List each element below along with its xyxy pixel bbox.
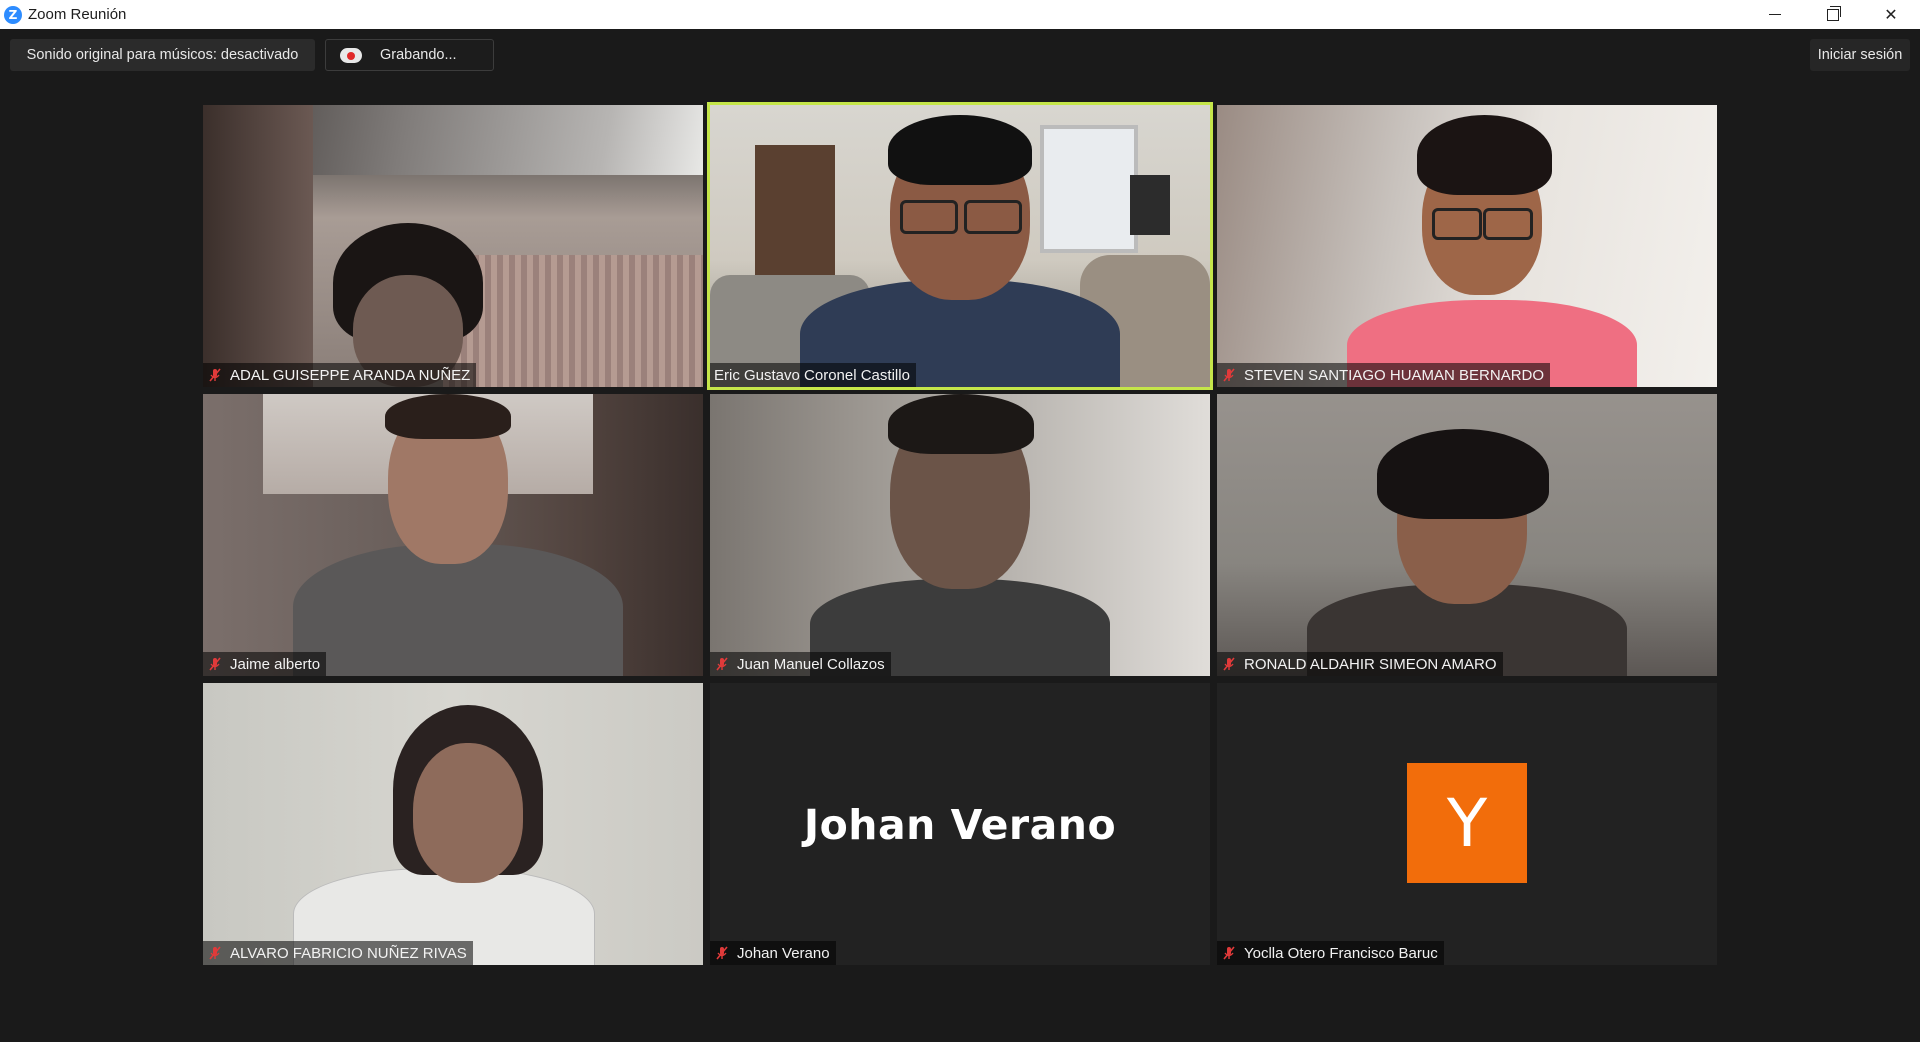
participant-video [203,394,703,676]
participant-name: Eric Gustavo Coronel Castillo [714,366,910,384]
participant-name: ADAL GUISEPPE ARANDA NUÑEZ [230,366,471,384]
mic-muted-icon [714,945,730,961]
sign-in-button[interactable]: Iniciar sesión [1810,39,1910,71]
recording-indicator[interactable]: Grabando... [325,39,494,71]
participant-name-tag: Yoclla Otero Francisco Baruc [1217,941,1444,965]
participant-name-tag: STEVEN SANTIAGO HUAMAN BERNARDO [1217,363,1551,387]
mic-muted-icon [207,945,223,961]
window-controls: ✕ [1746,0,1920,29]
participant-tile[interactable]: ALVARO FABRICIO NUÑEZ RIVAS [203,683,703,965]
participant-name: Johan Verano [737,944,830,962]
sign-in-label: Iniciar sesión [1817,47,1903,63]
participant-tile-video-off[interactable]: Y Yoclla Otero Francisco Baruc [1217,683,1717,965]
participant-name-tag: Jaime alberto [203,652,327,676]
participant-video [203,105,703,387]
recording-label: Grabando... [380,47,457,63]
participant-tile-active-speaker[interactable]: Eric Gustavo Coronel Castillo [707,102,1213,390]
participant-display-name: Johan Verano [803,801,1117,849]
meeting-topbar: Sonido original para músicos: desactivad… [0,29,1920,79]
participant-tile[interactable]: ADAL GUISEPPE ARANDA NUÑEZ [203,105,703,387]
restore-button[interactable] [1804,0,1862,29]
original-sound-button[interactable]: Sonido original para músicos: desactivad… [10,39,315,71]
cloud-recording-icon [340,47,362,63]
participant-name-tag: Eric Gustavo Coronel Castillo [710,363,916,387]
zoom-logo-icon: Z [4,5,22,24]
participant-tile[interactable]: STEVEN SANTIAGO HUAMAN BERNARDO [1217,105,1717,387]
mic-muted-icon [1221,367,1237,383]
participant-name: Yoclla Otero Francisco Baruc [1244,944,1438,962]
participant-video [1217,394,1717,676]
mic-muted-icon [207,367,223,383]
participant-video [710,394,1210,676]
participant-name: STEVEN SANTIAGO HUAMAN BERNARDO [1244,366,1545,384]
participant-name-tag: Johan Verano [710,941,836,965]
close-button[interactable]: ✕ [1862,0,1920,29]
window-titlebar: Z Zoom Reunión ✕ [0,0,1920,29]
participant-name-tag: Juan Manuel Collazos [710,652,891,676]
participant-name-tag: ALVARO FABRICIO NUÑEZ RIVAS [203,941,473,965]
participant-tile[interactable]: Jaime alberto [203,394,703,676]
participant-tile[interactable]: Juan Manuel Collazos [710,394,1210,676]
window-title: Zoom Reunión [28,6,127,23]
participant-name: Jaime alberto [230,655,321,673]
original-sound-label: Sonido original para músicos: desactivad… [26,47,299,63]
avatar: Y [1407,763,1527,883]
mic-muted-icon [1221,656,1237,672]
participant-tile-video-off[interactable]: Johan Verano Johan Verano [710,683,1210,965]
participant-name-tag: ADAL GUISEPPE ARANDA NUÑEZ [203,363,477,387]
participant-tile[interactable]: RONALD ALDAHIR SIMEON AMARO [1217,394,1717,676]
mic-muted-icon [207,656,223,672]
participant-video [203,683,703,965]
minimize-icon [1769,14,1781,15]
participant-name: ALVARO FABRICIO NUÑEZ RIVAS [230,944,467,962]
participant-name: Juan Manuel Collazos [737,655,885,673]
minimize-button[interactable] [1746,0,1804,29]
participant-name-tag: RONALD ALDAHIR SIMEON AMARO [1217,652,1503,676]
mic-muted-icon [714,656,730,672]
close-icon: ✕ [1884,5,1898,24]
participant-video [1217,105,1717,387]
mic-muted-icon [1221,945,1237,961]
participant-name: RONALD ALDAHIR SIMEON AMARO [1244,655,1497,673]
participant-video [710,105,1210,387]
restore-icon [1827,5,1841,21]
